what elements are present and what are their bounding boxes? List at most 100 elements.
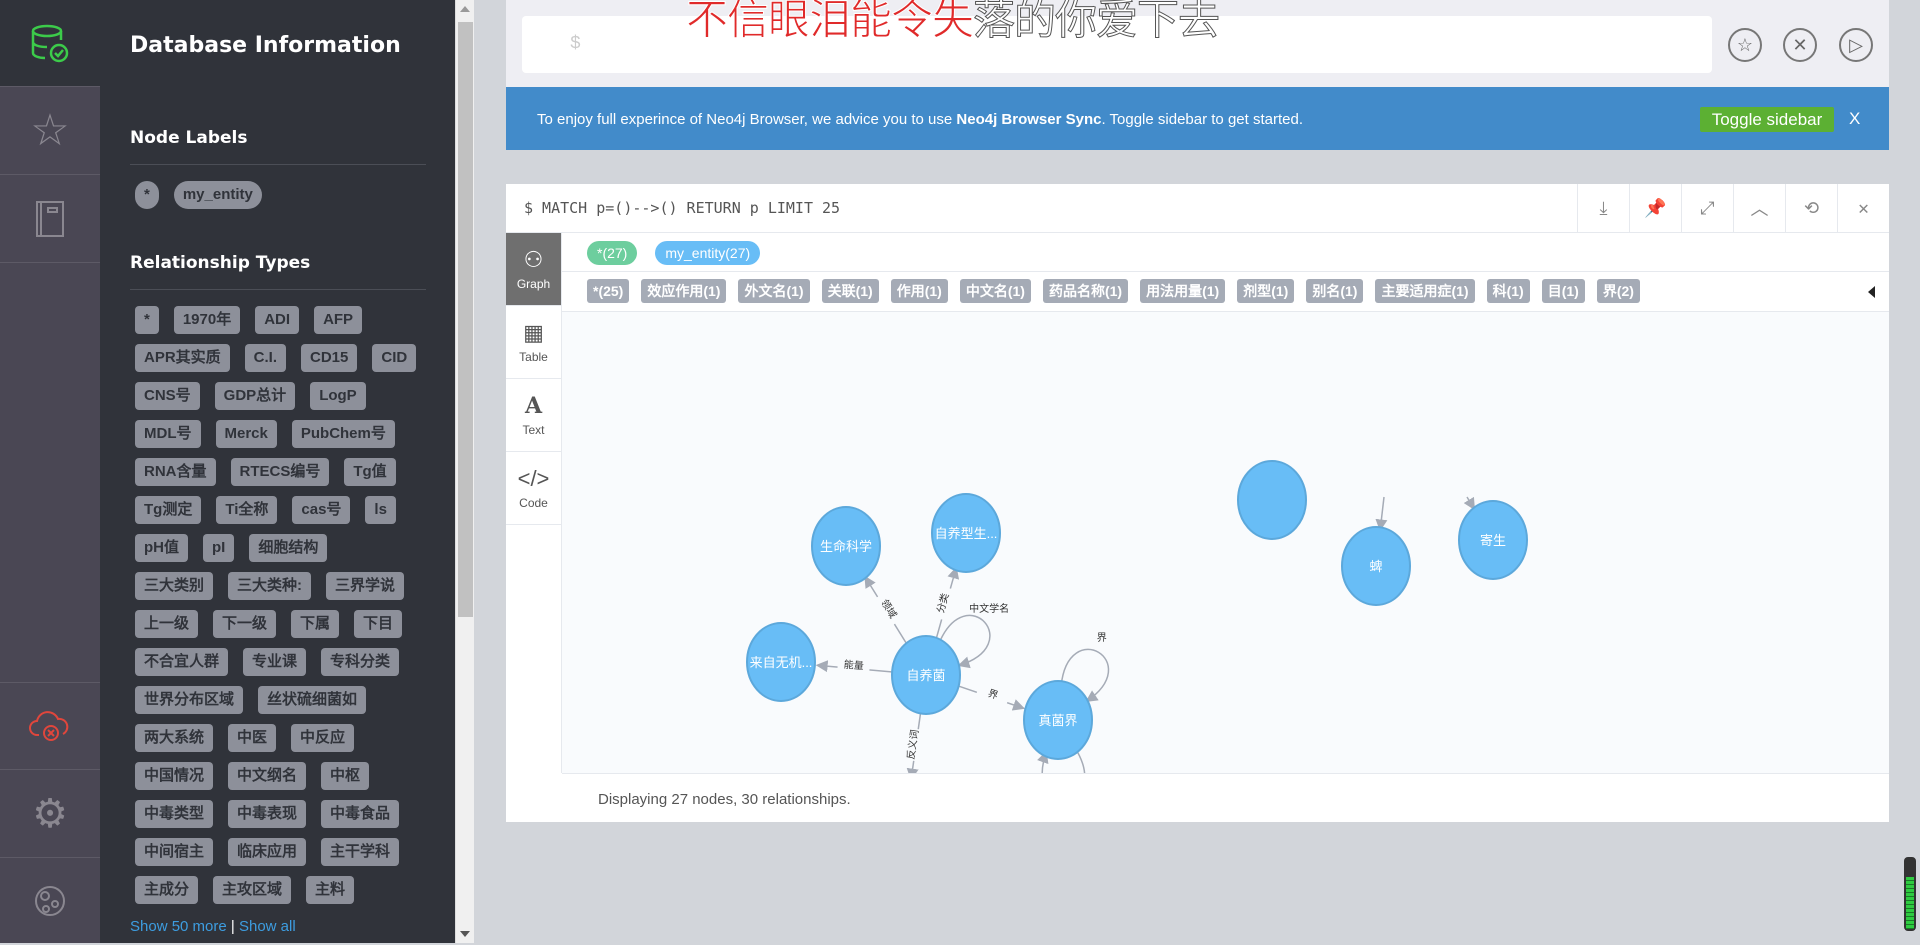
graph-reltype-tag[interactable]: 用法用量(1) [1140,279,1226,303]
relationship-type-tag[interactable]: 主攻区域 [213,876,292,904]
graph-reltype-tag[interactable]: 效应作用(1) [641,279,727,303]
frame-query[interactable]: $ MATCH p=()-->() RETURN p LIMIT 25 [524,199,840,217]
relationship-type-tag[interactable]: 丝状硫细菌如 [258,686,367,714]
about-button[interactable] [0,857,100,945]
rerun-button[interactable]: ⟲ [1785,184,1837,232]
relationship-type-tag[interactable]: CD15 [301,344,358,372]
pin-button[interactable]: 📌 [1629,184,1681,232]
relationship-type-tag[interactable]: LogP [310,382,366,410]
graph-label-tag[interactable]: *(27) [587,241,638,265]
sync-button[interactable] [0,682,100,770]
graph-svg[interactable]: 领域分类能量界反义词中文学名界中文学名中文名中文名中文名生命科学自养型生...来… [562,312,1889,773]
graph-reltype-tag[interactable]: 科(1) [1486,279,1530,303]
relationship-type-tag[interactable]: Tg测定 [135,496,202,524]
tab-text[interactable]: A Text [506,379,561,452]
export-button[interactable]: ⤓ [1577,184,1629,232]
relationship-type-tag[interactable]: 主料 [306,876,355,904]
tab-table[interactable]: ▦ Table [506,306,561,379]
relationship-type-tag[interactable]: CNS号 [135,382,200,410]
relationship-type-tag[interactable]: RTECS编号 [230,458,330,486]
close-frame-button[interactable]: ✕ [1837,184,1889,232]
relationship-type-tag[interactable]: 中反应 [291,724,355,752]
graph-reltype-tag[interactable]: 目(1) [1541,279,1585,303]
relationship-type-tag[interactable]: 中毒食品 [321,800,400,828]
relationship-type-tag[interactable]: 世界分布区域 [135,686,244,714]
relationship-type-tag[interactable]: cas号 [292,496,351,524]
graph-reltype-tag[interactable]: 别名(1) [1306,279,1364,303]
relationship-type-tag[interactable]: Ti全称 [216,496,278,524]
relationship-type-tag[interactable]: 上一级 [135,610,199,638]
relationship-type-tag[interactable]: RNA含量 [135,458,216,486]
relationship-type-tag[interactable]: 专科分类 [321,648,400,676]
graph-reltype-tag[interactable]: 外文名(1) [738,279,810,303]
graph-reltype-tag[interactable]: 关联(1) [821,279,879,303]
relationship-type-tag[interactable]: ls [365,496,396,524]
fullscreen-button[interactable]: ⤢ [1681,184,1733,232]
close-banner-button[interactable]: X [1849,109,1860,129]
relationship-type-tag[interactable]: 中国情况 [135,762,214,790]
relationship-type-tag[interactable]: 三界学说 [326,572,405,600]
graph-node[interactable]: 蜱 [1341,526,1411,606]
relationship-type-tag[interactable]: 下目 [354,610,403,638]
graph-label-tag[interactable]: my_entity(27) [655,241,761,265]
relationship-type-tag[interactable]: 临床应用 [228,838,307,866]
tab-code[interactable]: </> Code [506,452,561,525]
graph-reltype-tag[interactable]: *(25) [587,279,630,303]
relationship-type-tag[interactable]: 中医 [228,724,277,752]
graph-reltype-tag[interactable]: 主要适用症(1) [1375,279,1475,303]
relationship-type-tag[interactable]: pH值 [135,534,188,562]
relationship-type-tag[interactable]: APR其实质 [135,344,230,372]
relationship-type-tag[interactable]: Tg值 [344,458,396,486]
caret-left-icon[interactable] [1868,286,1875,298]
relationship-type-tag[interactable]: 三大类别 [135,572,214,600]
relationship-type-tag[interactable]: * [135,306,159,334]
relationship-type-tag[interactable]: C.I. [244,344,287,372]
relationship-type-tag[interactable]: 中间宿主 [135,838,214,866]
settings-button[interactable]: ⚙ [0,770,100,858]
relationship-type-tag[interactable]: GDP总计 [214,382,296,410]
tab-graph[interactable]: ⚇ Graph [506,233,561,306]
run-query-button[interactable]: ▷ [1839,28,1873,62]
favorites-button[interactable]: ☆ [0,87,100,175]
graph-reltype-tag[interactable]: 作用(1) [890,279,948,303]
graph-node[interactable] [1237,460,1307,540]
relationship-type-tag[interactable]: 中枢 [321,762,370,790]
show-all-link[interactable]: Show all [239,918,296,935]
relationship-line[interactable] [1375,496,1388,532]
database-info-button[interactable] [0,0,100,87]
graph-reltype-tag[interactable]: 中文名(1) [959,279,1031,303]
relationship-type-tag[interactable]: 两大系统 [135,724,214,752]
favorite-query-button[interactable]: ☆ [1728,28,1762,62]
graph-node[interactable]: 寄生 [1458,500,1528,580]
graph-reltype-tag[interactable]: 界(2) [1596,279,1640,303]
relationship-type-tag[interactable]: 三大类种: [228,572,312,600]
graph-node[interactable]: 生命科学 [811,506,881,586]
relationship-type-tag[interactable]: Merck [215,420,277,448]
graph-canvas[interactable]: 领域分类能量界反义词中文学名界中文学名中文名中文名中文名生命科学自养型生...来… [562,312,1889,773]
graph-node[interactable]: 自养型生... [931,493,1001,573]
node-circle[interactable] [1237,460,1307,540]
show-more-link[interactable]: Show 50 more [130,918,227,935]
toggle-sidebar-button[interactable]: Toggle sidebar [1700,107,1834,132]
relationship-type-tag[interactable]: 主干学科 [321,838,400,866]
relationship-type-tag[interactable]: 中毒表现 [228,800,307,828]
relationship-type-tag[interactable]: 细胞结构 [249,534,328,562]
drawer-scrollbar[interactable] [455,0,474,943]
relationship-type-tag[interactable]: 不合宜人群 [135,648,229,676]
relationship-type-tag[interactable]: 主成分 [135,876,199,904]
scrollbar-thumb[interactable] [458,22,473,617]
graph-node[interactable]: 自养菌 [891,635,961,715]
relationship-type-tag[interactable]: 1970年 [173,306,241,334]
relationship-type-tag[interactable]: MDL号 [135,420,201,448]
relationship-type-tag[interactable]: ADI [255,306,300,334]
graph-node[interactable]: 真菌界 [1023,680,1093,760]
relationship-type-tag[interactable]: CID [372,344,417,372]
relationship-type-tag[interactable]: 下一级 [213,610,277,638]
relationship-type-tag[interactable]: 专业课 [243,648,307,676]
node-label-tag[interactable]: my_entity [173,181,262,209]
documents-button[interactable] [0,175,100,263]
relationship-type-tag[interactable]: 中毒类型 [135,800,214,828]
relationship-type-tag[interactable]: 下属 [291,610,340,638]
collapse-button[interactable]: ︿ [1733,184,1785,232]
relationship-type-tag[interactable]: AFP [314,306,363,334]
